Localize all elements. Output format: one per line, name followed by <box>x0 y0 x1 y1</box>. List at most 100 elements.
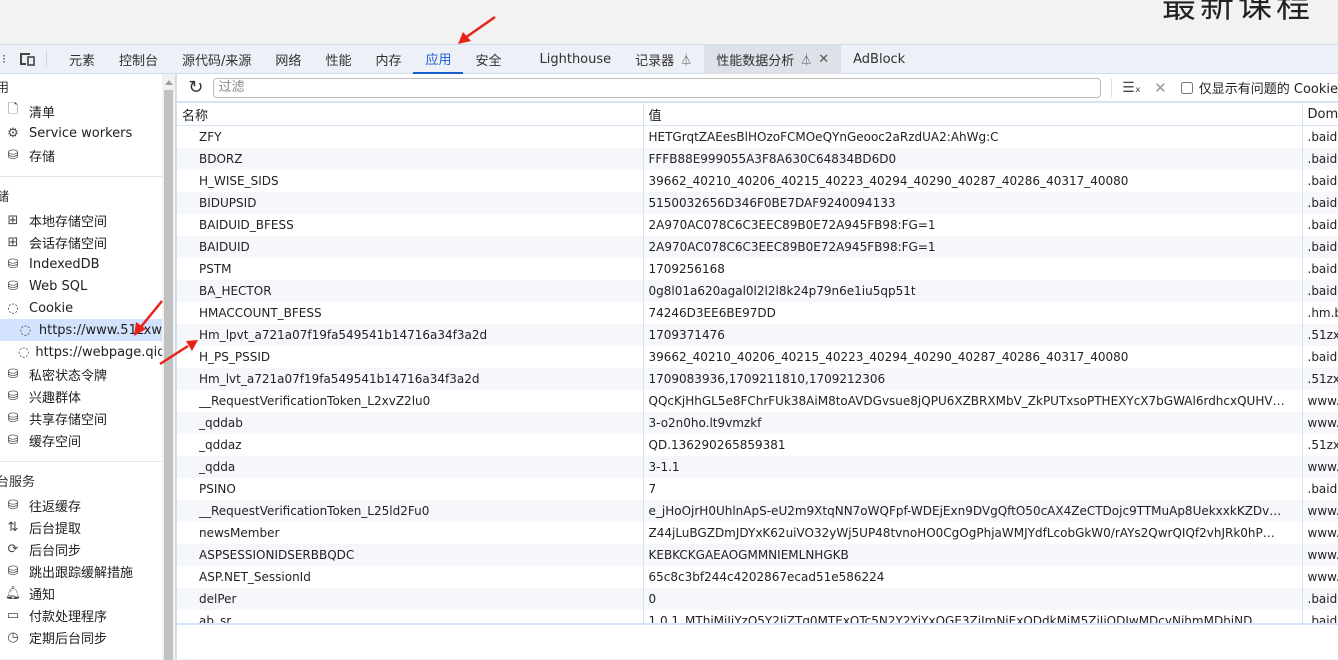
cookie-domain-cell[interactable]: www.51zxw.net <box>1302 456 1338 478</box>
sidebar-item[interactable]: ▭ 付款处理程序 <box>0 604 162 626</box>
cookie-name-cell[interactable]: BIDUPSID <box>177 192 644 214</box>
cookie-value-cell[interactable]: QQcKjHhGL5e8FChrFUk38AiM8toAVDGvsue8jQPU… <box>643 390 1303 412</box>
table-row[interactable]: _qddab3-o2n0ho.lt9vmzkfwww.51zxw.net <box>177 412 1338 434</box>
table-row[interactable]: Hm_lpvt_a721a07f19fa549541b14716a34f3a2d… <box>177 324 1338 346</box>
refresh-icon[interactable]: ↻ <box>185 77 207 98</box>
cookie-value-cell[interactable]: 0g8l01a620agal0l2l2l8k24p79n6e1iu5qp51t <box>643 280 1303 302</box>
cookie-name-cell[interactable]: H_WISE_SIDS <box>177 170 644 192</box>
cookie-domain-cell[interactable]: .baidu.com <box>1302 170 1338 192</box>
cookie-domain-cell[interactable]: www.51zxw.net <box>1302 566 1338 588</box>
tab-9[interactable]: 记录器 ⏃ <box>623 45 704 74</box>
table-row[interactable]: ASPSESSIONIDSERBBQDC KEBKCKGAEAOGMMNIEMLN… <box>177 544 1338 566</box>
filter-input[interactable] <box>212 77 1102 98</box>
cookie-value-cell[interactable]: FFFB88E999055A3F8A630C64834BD6D0 <box>643 148 1303 170</box>
sidebar-item[interactable]: ◌ https://webpage.qio <box>0 341 162 363</box>
tab-0[interactable]: 元素 <box>57 45 107 74</box>
table-row[interactable]: _qddazQD.136290265859381.51zxw.net <box>177 434 1338 456</box>
cookie-name-cell[interactable]: PSTM <box>177 258 644 280</box>
cookie-domain-cell[interactable]: .baidu.com <box>1302 236 1338 258</box>
cookie-value-cell[interactable]: 1709371476 <box>643 324 1303 346</box>
cookie-domain-cell[interactable]: .51zxw.net <box>1302 368 1338 390</box>
sidebar-item[interactable]: ⊞ 会话存储空间 <box>0 231 162 253</box>
sidebar-item[interactable]: ⛁ 兴趣群体 <box>0 385 162 407</box>
tab-11[interactable]: AdBlock <box>841 45 917 74</box>
sidebar-item[interactable]: ⛁ 私密状态令牌 <box>0 363 162 385</box>
cookie-domain-cell[interactable]: .baidu.com <box>1302 214 1338 236</box>
column-header-value[interactable]: 值 <box>643 103 1303 126</box>
cookie-domain-cell[interactable]: .baidu.com <box>1302 478 1338 500</box>
cookie-value-cell[interactable]: 7 <box>643 478 1303 500</box>
cookie-name-cell[interactable]: ZFY <box>177 125 644 148</box>
table-row[interactable]: BAIDUID 2A970AC078C6C3EEC89B0E72A945FB98:… <box>177 236 1338 258</box>
cookie-domain-cell[interactable]: .hm.baidu.com <box>1302 302 1338 324</box>
sidebar-section-title[interactable]: 台服务 <box>0 472 162 494</box>
sidebar-item[interactable]: ⟳ 后台同步 <box>0 538 162 560</box>
device-toggle-icon[interactable] <box>16 44 38 74</box>
only-issues-checkbox[interactable]: 仅显示有问题的 Cookie <box>1180 78 1338 97</box>
sidebar-section-title[interactable]: 储 <box>0 187 162 209</box>
inspect-icon[interactable]: ⁝ <box>0 44 8 74</box>
cookie-value-cell[interactable]: 5150032656D346F0BE7DAF9240094133 <box>643 192 1303 214</box>
sidebar-item[interactable]: ⇅ 后台提取 <box>0 516 162 538</box>
cookie-value-cell[interactable]: e_jHoOjrH0UhlnApS-eU2m9XtqNN7oWQFpf-WDEj… <box>643 500 1303 522</box>
sidebar-scrollbar[interactable] <box>162 74 175 660</box>
sidebar-item[interactable]: 🔔︎ 通知 <box>0 582 162 604</box>
cookie-domain-cell[interactable]: .51zxw.net <box>1302 434 1338 456</box>
cookie-value-cell[interactable]: 0 <box>643 588 1303 610</box>
table-row[interactable]: Hm_lvt_a721a07f19fa549541b14716a34f3a2d 1… <box>177 368 1338 390</box>
tab-4[interactable]: 性能 <box>313 45 363 74</box>
cookie-name-cell[interactable]: BDORZ <box>177 148 644 170</box>
table-row[interactable]: newsMember Z44jLuBGZDmJDYxK62uiVO32yWj5UP… <box>177 522 1338 544</box>
cookie-domain-cell[interactable]: www.51zxw.net <box>1302 500 1338 522</box>
cookie-value-cell[interactable]: 65c8c3bf244c4202867ecad51e586224 <box>643 566 1303 588</box>
sidebar-item[interactable]: ⛁ 缓存空间 <box>0 429 162 451</box>
cookie-domain-cell[interactable]: .baidu.com <box>1302 610 1338 623</box>
cookie-name-cell[interactable]: _qddaz <box>177 434 644 456</box>
cookie-value-cell[interactable]: 1709083936,1709211810,1709212306 <box>643 368 1303 390</box>
cookie-value-cell[interactable]: Z44jLuBGZDmJDYxK62uiVO32yWj5UP48tvnoHO0C… <box>643 522 1303 544</box>
cookie-name-cell[interactable]: Hm_lvt_a721a07f19fa549541b14716a34f3a2d <box>177 368 644 390</box>
table-row[interactable]: HMACCOUNT_BFESS74246D3EE6BE97DD.hm.baidu… <box>177 302 1338 324</box>
cookie-name-cell[interactable]: BAIDUID_BFESS <box>177 214 644 236</box>
only-issues-checkbox-input[interactable] <box>1180 81 1193 94</box>
table-row[interactable]: ASP.NET_SessionId 65c8c3bf244c4202867ecad… <box>177 566 1338 588</box>
table-row[interactable]: BDORZ FFFB88E999055A3F8A630C64834BD6D0 .ba… <box>177 148 1338 170</box>
sidebar-item[interactable]: ⊞ 本地存储空间 <box>0 209 162 231</box>
cookie-name-cell[interactable]: BAIDUID <box>177 236 644 258</box>
cookie-value-cell[interactable]: 39662_40210_40206_40215_40223_40294_4029… <box>643 346 1303 368</box>
table-row[interactable]: __RequestVerificationToken_L25ld2Fu0 e_jH… <box>177 500 1338 522</box>
sidebar-item[interactable]: ⛁ 跳出跟踪缓解措施 <box>0 560 162 582</box>
cookie-domain-cell[interactable]: www.51zxw.net <box>1302 390 1338 412</box>
cookie-name-cell[interactable]: newsMember <box>177 522 644 544</box>
cookie-domain-cell[interactable]: www.51zxw.net <box>1302 412 1338 434</box>
sidebar-item[interactable]: ⛁ 往返缓存 <box>0 494 162 516</box>
table-row[interactable]: _qdda3-1.1www.51zxw.net <box>177 456 1338 478</box>
cookie-domain-cell[interactable]: .baidu.com <box>1302 346 1338 368</box>
cookie-domain-cell[interactable]: www.51zxw.net <box>1302 544 1338 566</box>
cookie-name-cell[interactable]: _qdda <box>177 456 644 478</box>
table-row[interactable]: ZFY HETGrqtZAEesBlHOzoFCMOeQYnGeooc2aRzdU… <box>177 125 1338 148</box>
table-row[interactable]: __RequestVerificationToken_L2xvZ2lu0 QQcK… <box>177 390 1338 412</box>
sidebar-item[interactable]: ⛁ IndexedDB <box>0 253 162 275</box>
cookie-name-cell[interactable]: ab_sr <box>177 610 644 623</box>
tab-10[interactable]: 性能数据分析 ⏃ ✕ <box>704 44 842 74</box>
cookie-domain-cell[interactable]: .baidu.com <box>1302 258 1338 280</box>
sidebar-item[interactable]: ◷ 定期后台同步 <box>0 626 162 648</box>
tab-3[interactable]: 网络 <box>263 45 313 74</box>
tab-close-icon[interactable]: ✕ <box>818 52 829 67</box>
cookie-value-cell[interactable]: 39662_40210_40206_40215_40223_40294_4029… <box>643 170 1303 192</box>
tab-6[interactable]: 应用 <box>413 45 464 74</box>
cookie-value-cell[interactable]: 3-1.1 <box>643 456 1303 478</box>
scroll-thumb[interactable] <box>164 90 173 660</box>
table-row[interactable]: ab_sr 1.0.1_MThiMjJiYzQ5Y2JjZTg0MTExOTc5N… <box>177 610 1338 623</box>
table-row[interactable]: BAIDUID_BFESS 2A970AC078C6C3EEC89B0E72A94… <box>177 214 1338 236</box>
cookie-value-cell[interactable]: 74246D3EE6BE97DD <box>643 302 1303 324</box>
sidebar-item[interactable]: ⛁ Web SQL <box>0 275 162 297</box>
sidebar-item[interactable]: ◌ https://www.51zxw <box>0 319 162 341</box>
cookie-domain-cell[interactable]: .baidu.com <box>1302 125 1338 148</box>
table-row[interactable]: PSINO7.baidu.com <box>177 478 1338 500</box>
cookie-value-cell[interactable]: 2A970AC078C6C3EEC89B0E72A945FB98:FG=1 <box>643 214 1303 236</box>
column-header-name[interactable]: 名称 <box>177 103 644 126</box>
table-row[interactable]: H_PS_PSSID 39662_40210_40206_40215_40223_… <box>177 346 1338 368</box>
cookie-domain-cell[interactable]: .51zxw.net <box>1302 324 1338 346</box>
